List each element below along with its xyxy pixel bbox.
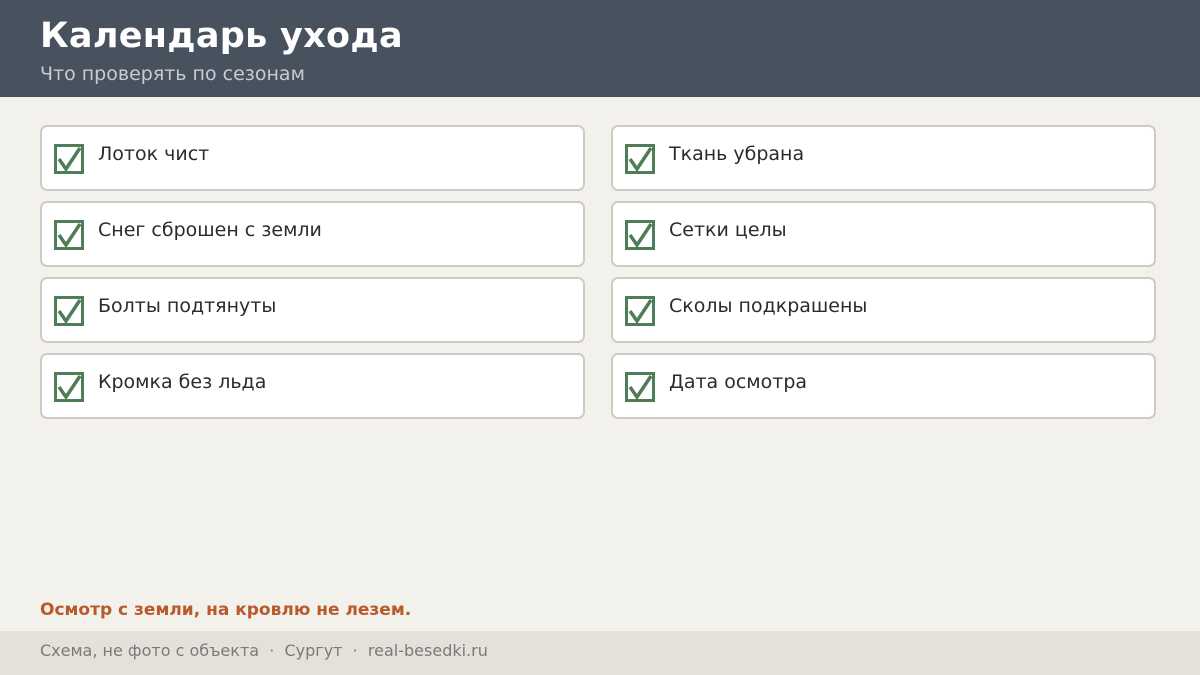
checklist-item-label: Снег сброшен с земли (98, 219, 322, 241)
header: Календарь ухода Что проверять по сезонам (0, 0, 1200, 97)
checklist-item[interactable]: Лоток чист (40, 125, 585, 191)
checked-checkbox-icon[interactable] (625, 296, 655, 326)
page: Календарь ухода Что проверять по сезонам… (0, 0, 1200, 675)
page-subtitle: Что проверять по сезонам (40, 63, 305, 85)
checklist-item[interactable]: Ткань убрана (611, 125, 1156, 191)
checked-checkbox-icon[interactable] (54, 372, 84, 402)
checked-checkbox-icon[interactable] (625, 372, 655, 402)
checklist-item-label: Дата осмотра (669, 371, 808, 393)
footer-text: Схема, не фото с объекта · Сургут · real… (40, 641, 488, 660)
checklist-item-label: Кромка без льда (98, 371, 267, 393)
checklist-item-label: Лоток чист (98, 143, 210, 165)
checked-checkbox-icon[interactable] (54, 220, 84, 250)
safety-note: Осмотр с земли, на кровлю не лезем. (40, 600, 412, 620)
checklist-item[interactable]: Снег сброшен с земли (40, 201, 585, 267)
checked-checkbox-icon[interactable] (625, 144, 655, 174)
checklist-item[interactable]: Дата осмотра (611, 353, 1156, 419)
checklist-item-label: Сколы подкрашены (669, 295, 868, 317)
footer: Схема, не фото с объекта · Сургут · real… (0, 631, 1200, 675)
checked-checkbox-icon[interactable] (54, 144, 84, 174)
checked-checkbox-icon[interactable] (625, 220, 655, 250)
checklist: Лоток чист Ткань убрана Снег сброшен с з… (40, 125, 1156, 419)
checklist-item[interactable]: Сколы подкрашены (611, 277, 1156, 343)
page-title: Календарь ухода (40, 16, 403, 56)
checklist-item-label: Ткань убрана (669, 143, 805, 165)
checked-checkbox-icon[interactable] (54, 296, 84, 326)
checklist-item[interactable]: Кромка без льда (40, 353, 585, 419)
checklist-item-label: Болты подтянуты (98, 295, 277, 317)
checklist-item[interactable]: Сетки целы (611, 201, 1156, 267)
checklist-item[interactable]: Болты подтянуты (40, 277, 585, 343)
checklist-item-label: Сетки целы (669, 219, 787, 241)
